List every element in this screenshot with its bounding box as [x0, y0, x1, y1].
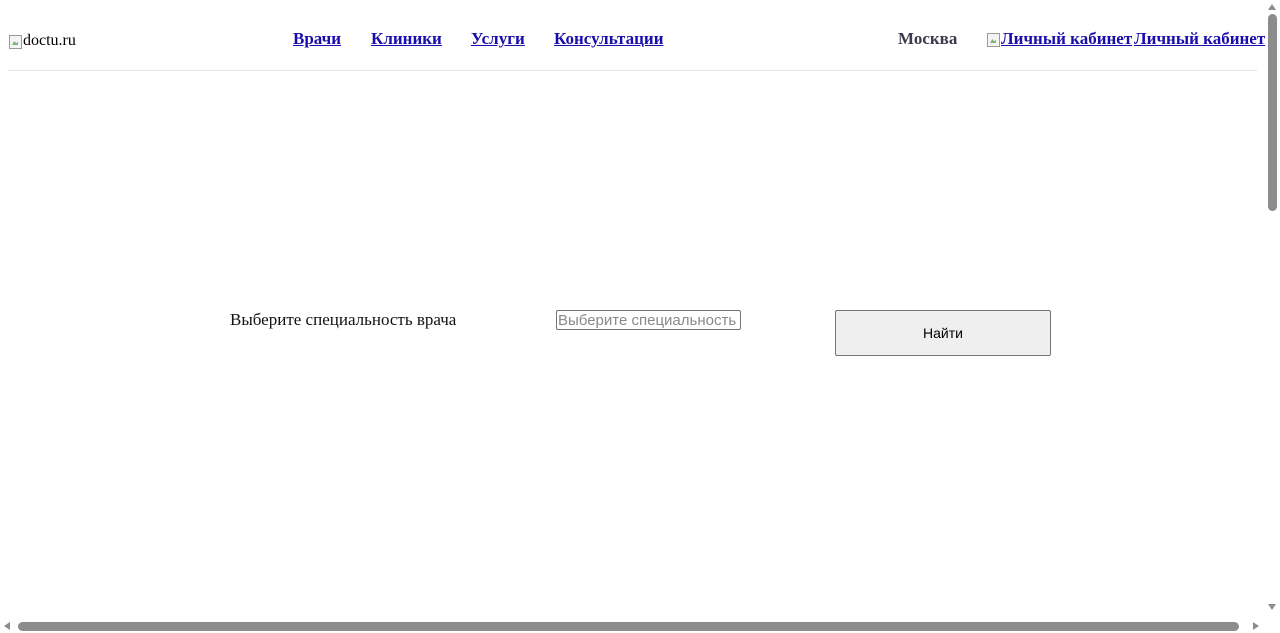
broken-image-icon: [986, 31, 1000, 47]
site-header: doctu.ru Врачи Клиники Услуги Консультац…: [8, 0, 1265, 71]
horizontal-scrollbar-thumb[interactable]: [18, 622, 1239, 631]
vertical-scrollbar[interactable]: [1265, 0, 1280, 618]
find-button[interactable]: Найти: [835, 310, 1051, 356]
logo-alt-text: doctu.ru: [23, 32, 76, 49]
city-selector[interactable]: Москва: [898, 29, 957, 49]
broken-image-icon: [8, 33, 22, 49]
scroll-up-arrow-icon[interactable]: [1268, 4, 1276, 10]
nav-link-consultations[interactable]: Консультации: [554, 29, 664, 49]
scroll-down-arrow-icon[interactable]: [1268, 604, 1276, 610]
search-label: Выберите специальность врача: [230, 310, 457, 329]
horizontal-scrollbar[interactable]: [0, 618, 1265, 633]
nav-link-services[interactable]: Услуги: [471, 29, 525, 49]
nav-link-doctors[interactable]: Врачи: [293, 29, 341, 49]
scroll-left-arrow-icon[interactable]: [4, 622, 10, 630]
cabinet-image-link[interactable]: Личный кабинет: [986, 29, 1132, 49]
scroll-right-arrow-icon[interactable]: [1253, 622, 1259, 630]
vertical-scrollbar-thumb[interactable]: [1268, 14, 1277, 211]
cabinet-image-alt: Личный кабинет: [1001, 29, 1133, 48]
nav-link-clinics[interactable]: Клиники: [371, 29, 442, 49]
specialty-search-input[interactable]: [556, 310, 741, 330]
cabinet-link[interactable]: Личный кабинет: [1134, 29, 1265, 49]
logo[interactable]: doctu.ru: [8, 32, 76, 50]
